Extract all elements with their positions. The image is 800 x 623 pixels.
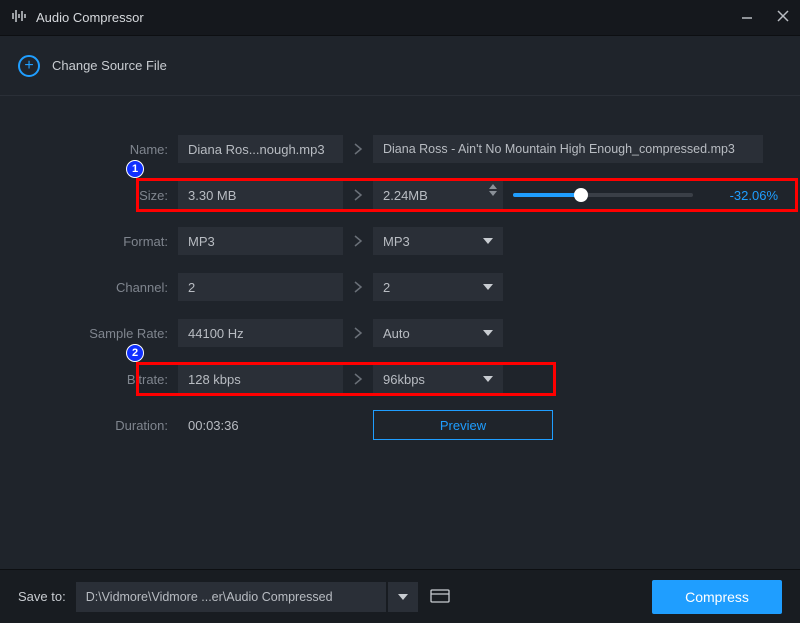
format-dropdown[interactable]: MP3: [373, 227, 503, 255]
chevron-down-icon: [483, 238, 493, 244]
annotation-badge-2: 2: [126, 344, 144, 362]
samplerate-selected: Auto: [383, 326, 410, 341]
size-reduction-percent: -32.06%: [730, 188, 782, 203]
saveto-label: Save to:: [18, 589, 66, 604]
row-channel: Channel: 2 2: [18, 264, 782, 310]
output-name-field[interactable]: Diana Ross - Ain't No Mountain High Enou…: [373, 135, 763, 163]
label-format: Format:: [18, 234, 178, 249]
compress-button[interactable]: Compress: [652, 580, 782, 614]
source-name: Diana Ros...nough.mp3: [178, 135, 343, 163]
row-duration: Duration: 00:03:36 Preview: [18, 402, 782, 448]
output-size-stepper[interactable]: 2.24MB: [373, 181, 503, 209]
arrow-icon: [343, 188, 373, 202]
arrow-icon: [343, 326, 373, 340]
minimize-button[interactable]: [740, 9, 754, 26]
window-controls: [740, 9, 790, 26]
preview-button[interactable]: Preview: [373, 410, 553, 440]
source-bar: + Change Source File: [0, 36, 800, 96]
size-increase-button[interactable]: [489, 184, 497, 189]
source-duration: 00:03:36: [178, 418, 343, 433]
source-samplerate: 44100 Hz: [178, 319, 343, 347]
arrow-icon: [343, 280, 373, 294]
channel-dropdown[interactable]: 2: [373, 273, 503, 301]
size-slider[interactable]: [513, 193, 693, 197]
slider-fill: [513, 193, 581, 197]
close-button[interactable]: [776, 9, 790, 26]
chevron-down-icon: [483, 330, 493, 336]
source-bitrate: 128 kbps: [178, 365, 343, 393]
format-selected: MP3: [383, 234, 410, 249]
arrow-icon: [343, 372, 373, 386]
title-bar: Audio Compressor: [0, 0, 800, 36]
source-size: 3.30 MB: [178, 181, 343, 209]
row-bitrate: 2 Bitrate: 128 kbps 96kbps: [18, 356, 782, 402]
label-duration: Duration:: [18, 418, 178, 433]
add-icon[interactable]: +: [18, 55, 40, 77]
label-samplerate: Sample Rate:: [18, 326, 178, 341]
bottom-bar: Save to: D:\Vidmore\Vidmore ...er\Audio …: [0, 569, 800, 623]
label-bitrate: Bitrate:: [18, 372, 178, 387]
samplerate-dropdown[interactable]: Auto: [373, 319, 503, 347]
bitrate-selected: 96kbps: [383, 372, 425, 387]
app-title: Audio Compressor: [36, 10, 144, 25]
label-size: Size:: [18, 188, 178, 203]
save-path-dropdown[interactable]: [388, 582, 418, 612]
arrow-icon: [343, 142, 373, 156]
source-format: MP3: [178, 227, 343, 255]
chevron-down-icon: [483, 284, 493, 290]
change-source-link[interactable]: Change Source File: [52, 58, 167, 73]
row-format: Format: MP3 MP3: [18, 218, 782, 264]
size-decrease-button[interactable]: [489, 191, 497, 196]
chevron-down-icon: [398, 594, 408, 600]
output-size-value: 2.24MB: [383, 188, 428, 203]
bitrate-dropdown[interactable]: 96kbps: [373, 365, 503, 393]
arrow-icon: [343, 234, 373, 248]
annotation-badge-1: 1: [126, 160, 144, 178]
row-size: 1 Size: 3.30 MB 2.24MB -32.06%: [18, 172, 782, 218]
main-panel: Name: Diana Ros...nough.mp3 Diana Ross -…: [0, 96, 800, 448]
save-path-field[interactable]: D:\Vidmore\Vidmore ...er\Audio Compresse…: [76, 582, 386, 612]
open-folder-button[interactable]: [430, 587, 450, 606]
chevron-down-icon: [483, 376, 493, 382]
slider-thumb[interactable]: [574, 188, 588, 202]
channel-selected: 2: [383, 280, 390, 295]
label-name: Name:: [18, 142, 178, 157]
label-channel: Channel:: [18, 280, 178, 295]
app-icon: [10, 7, 28, 28]
source-channel: 2: [178, 273, 343, 301]
